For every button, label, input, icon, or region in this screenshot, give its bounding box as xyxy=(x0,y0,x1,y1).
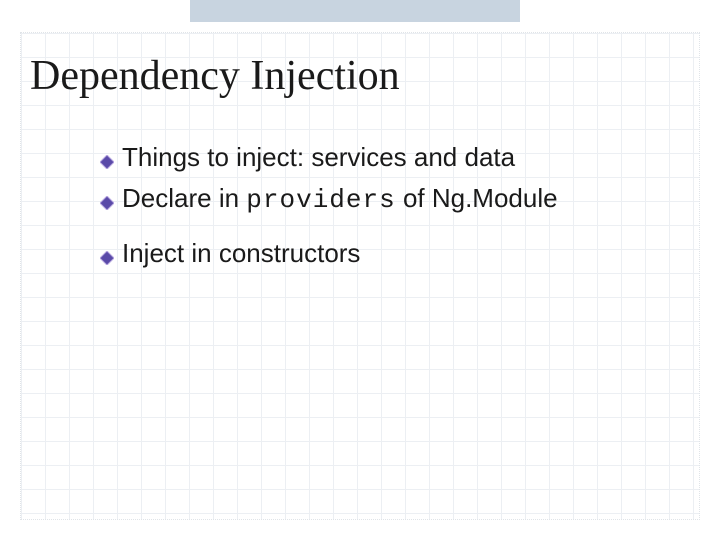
bullet-item: Inject in constructors xyxy=(100,236,680,273)
diamond-bullet-icon xyxy=(100,184,114,198)
bullet-item: Declare in providers of Ng.Module xyxy=(100,181,680,218)
bullet-text: Inject in constructors xyxy=(122,236,360,273)
bullet-text: Declare in providers of Ng.Module xyxy=(122,181,558,218)
diamond-bullet-icon xyxy=(100,239,114,253)
bullet-item: Things to inject: services and data xyxy=(100,140,680,177)
diamond-bullet-icon xyxy=(100,143,114,157)
slide-title: Dependency Injection xyxy=(30,52,400,100)
bullet-list: Things to inject: services and data Decl… xyxy=(100,140,680,277)
bullet-text: Things to inject: services and data xyxy=(122,140,515,177)
top-accent-bar xyxy=(190,0,520,22)
